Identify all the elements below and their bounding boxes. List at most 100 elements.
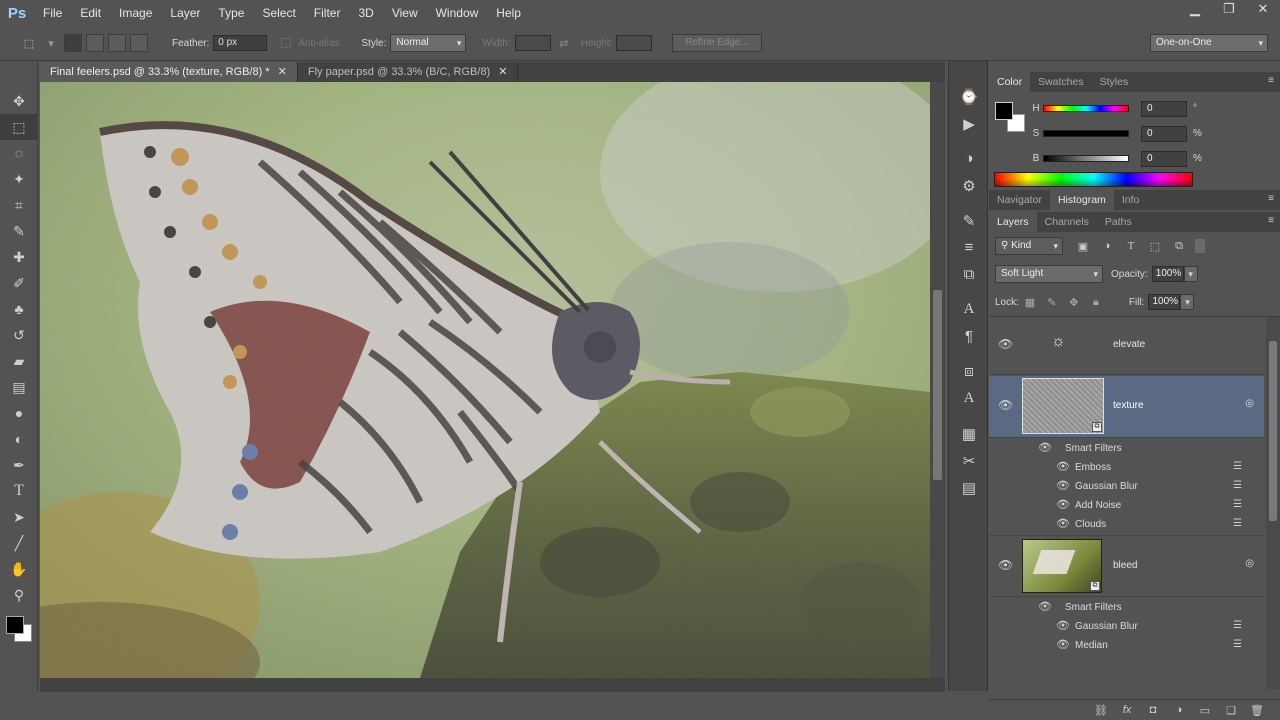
opacity-dropdown-icon[interactable]: ▾ xyxy=(1183,266,1198,282)
refine-edge-button[interactable]: Refine Edge... xyxy=(672,34,762,52)
smart-filter-badge-icon[interactable]: ◎ xyxy=(1245,398,1254,409)
saturation-slider[interactable] xyxy=(1043,130,1129,137)
width-input[interactable] xyxy=(514,35,551,51)
blending-options-icon[interactable]: ☰ xyxy=(1233,639,1242,650)
filter-row[interactable]: 👁︎ Emboss ☰ xyxy=(989,458,1264,477)
hue-input[interactable]: 0 xyxy=(1141,100,1187,117)
line-tool-icon[interactable]: ╱ xyxy=(0,530,38,556)
new-group-icon[interactable]: ▭ xyxy=(1192,704,1218,717)
menu-3d[interactable]: 3D xyxy=(349,0,382,26)
visibility-eye-icon[interactable]: 👁︎ xyxy=(1038,600,1052,613)
add-style-icon[interactable]: fx xyxy=(1114,704,1140,716)
brightness-input[interactable]: 0 xyxy=(1141,150,1187,167)
lock-pixels-icon[interactable]: ✎ xyxy=(1041,296,1063,309)
marquee-preset-icon[interactable]: ⬚ xyxy=(18,33,40,53)
layers-scrollbar[interactable] xyxy=(1266,317,1280,689)
eyedropper-icon[interactable]: ✎ xyxy=(0,218,38,244)
crop-tool-icon[interactable]: ⌗ xyxy=(0,192,38,218)
panel-menu-icon[interactable]: ≡ xyxy=(1268,215,1274,226)
delete-layer-icon[interactable]: 🗑︎ xyxy=(1244,704,1270,717)
foreground-color-swatch[interactable] xyxy=(995,102,1013,120)
visibility-eye-icon[interactable]: 👁︎ xyxy=(1038,441,1052,454)
filter-row[interactable]: 👁︎ Clouds ☰ xyxy=(989,515,1264,534)
opacity-input[interactable]: 100% xyxy=(1151,266,1184,282)
minimize-icon[interactable]: ▁ xyxy=(1178,0,1212,18)
history-brush-icon[interactable]: ↺ xyxy=(0,322,38,348)
info-panel-icon[interactable]: ▦ xyxy=(949,420,989,447)
notes-panel-icon[interactable]: ▤ xyxy=(949,474,989,501)
layer-row[interactable]: 👁︎ ⧉ bleed ◎ xyxy=(989,535,1264,597)
adjustment-filter-icon[interactable]: ◑ xyxy=(1095,240,1119,252)
preset-dropdown-icon[interactable]: ▾ xyxy=(40,37,62,50)
layer-row-selected[interactable]: 👁︎ ⧉ texture ◎ xyxy=(989,376,1264,438)
brush-panel-icon[interactable]: ✎ xyxy=(949,207,989,234)
layer-comps-icon[interactable]: ⧈ xyxy=(949,358,989,385)
zoom-tool-icon[interactable]: ⚲ xyxy=(0,582,38,608)
new-layer-icon[interactable]: ❏ xyxy=(1218,704,1244,717)
tab-styles[interactable]: Styles xyxy=(1092,72,1137,92)
close-tab-icon[interactable]: ✕ xyxy=(498,66,507,78)
path-selection-icon[interactable]: ➤ xyxy=(0,504,38,530)
brush-tool-icon[interactable]: ✐ xyxy=(0,270,38,296)
menu-type[interactable]: Type xyxy=(209,0,253,26)
lock-position-icon[interactable]: ✥ xyxy=(1063,296,1085,309)
menu-window[interactable]: Window xyxy=(427,0,488,26)
clone-stamp-icon[interactable]: ♣ xyxy=(0,296,38,322)
style-select[interactable]: Normal xyxy=(390,34,467,52)
color-ramp[interactable] xyxy=(994,172,1193,187)
visibility-eye-icon[interactable]: 👁︎ xyxy=(998,398,1013,412)
tab-histogram[interactable]: Histogram xyxy=(1049,190,1114,210)
tab-color[interactable]: Color xyxy=(989,72,1031,92)
layer-row[interactable]: 👁︎ ☼ elevate xyxy=(989,317,1264,375)
visibility-eye-icon[interactable]: 👁︎ xyxy=(1056,460,1070,473)
adjustments-panel-icon[interactable]: ◑ xyxy=(949,145,989,172)
clone-source-icon[interactable]: ⧉ xyxy=(949,261,989,288)
tab-fly-paper[interactable]: Fly paper.psd @ 33.3% (B/C, RGB/8) ✕ xyxy=(298,62,519,82)
document-canvas[interactable] xyxy=(40,82,930,678)
close-icon[interactable]: ✕ xyxy=(1246,0,1280,18)
menu-filter[interactable]: Filter xyxy=(305,0,350,26)
menu-image[interactable]: Image xyxy=(110,0,161,26)
tab-paths[interactable]: Paths xyxy=(1097,212,1140,232)
character-styles-icon[interactable]: A xyxy=(949,385,989,412)
menu-file[interactable]: File xyxy=(34,0,71,26)
hue-slider[interactable] xyxy=(1043,105,1129,112)
type-filter-icon[interactable]: T xyxy=(1119,240,1143,252)
filter-row[interactable]: 👁︎ Median ☰ xyxy=(989,636,1264,655)
add-mask-icon[interactable]: ◘ xyxy=(1140,704,1166,716)
fill-dropdown-icon[interactable]: ▾ xyxy=(1180,294,1195,310)
visibility-eye-icon[interactable]: 👁︎ xyxy=(1056,479,1070,492)
hand-tool-icon[interactable]: ✋ xyxy=(0,556,38,582)
scrollbar-thumb[interactable] xyxy=(933,290,942,480)
blend-mode-select[interactable]: Soft Light xyxy=(995,265,1103,283)
eraser-icon[interactable]: ▰ xyxy=(0,348,38,374)
lock-transparency-icon[interactable]: ▦ xyxy=(1019,296,1041,309)
add-selection-icon[interactable] xyxy=(86,34,104,52)
visibility-eye-icon[interactable]: 👁︎ xyxy=(1056,517,1070,530)
menu-select[interactable]: Select xyxy=(253,0,304,26)
lasso-tool-icon[interactable]: ◌ xyxy=(0,140,38,166)
blur-tool-icon[interactable]: ● xyxy=(0,400,38,426)
pen-tool-icon[interactable]: ✒ xyxy=(0,452,38,478)
menu-view[interactable]: View xyxy=(383,0,427,26)
new-adjustment-icon[interactable]: ◑ xyxy=(1166,704,1192,716)
fill-input[interactable]: 100% xyxy=(1148,294,1181,310)
panel-menu-icon[interactable]: ≡ xyxy=(1268,193,1274,204)
brightness-slider[interactable] xyxy=(1043,155,1129,162)
menu-layer[interactable]: Layer xyxy=(161,0,209,26)
smart-filter-badge-icon[interactable]: ◎ xyxy=(1245,558,1254,569)
paragraph-panel-icon[interactable]: ¶ xyxy=(949,323,989,350)
menu-help[interactable]: Help xyxy=(487,0,530,26)
magic-wand-icon[interactable]: ✦ xyxy=(0,166,38,192)
tools-presets-icon[interactable]: ✂ xyxy=(949,447,989,474)
height-input[interactable] xyxy=(616,35,653,51)
new-selection-icon[interactable] xyxy=(64,34,82,52)
antialias-checkbox[interactable] xyxy=(281,38,292,48)
tab-navigator[interactable]: Navigator xyxy=(989,190,1050,210)
shape-filter-icon[interactable]: ⬚ xyxy=(1143,240,1167,253)
dodge-tool-icon[interactable]: ◐ xyxy=(0,426,38,452)
brush-presets-icon[interactable]: ≡ xyxy=(949,234,989,261)
smart-object-filter-icon[interactable]: ⧉ xyxy=(1167,240,1191,253)
tab-channels[interactable]: Channels xyxy=(1037,212,1097,232)
gradient-tool-icon[interactable]: ▤ xyxy=(0,374,38,400)
